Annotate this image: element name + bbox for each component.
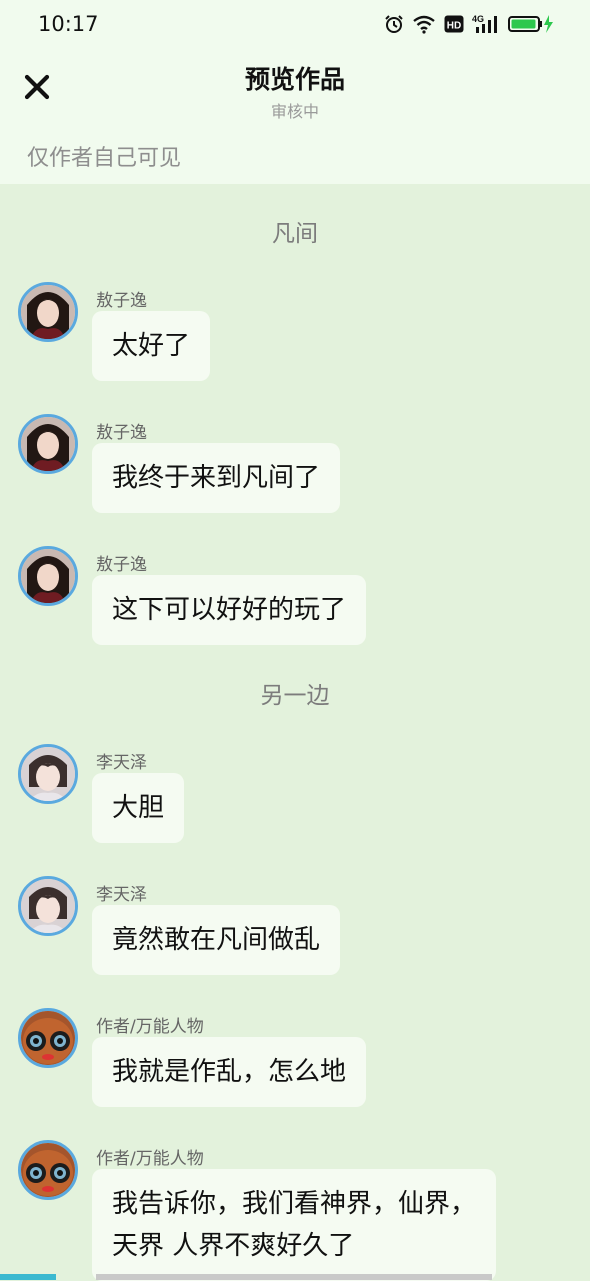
svg-text:HD: HD xyxy=(447,21,461,32)
signal-4g-icon: 4G xyxy=(472,14,497,33)
sender-name: 李天泽 xyxy=(96,885,147,905)
sender-name: 作者/万能人物 xyxy=(96,1017,204,1037)
avatar[interactable] xyxy=(18,744,78,804)
page-title: 预览作品 xyxy=(244,65,345,94)
message-bubble[interactable]: 我告诉你，我们看神界，仙界，天界 人界不爽好久了 xyxy=(92,1169,496,1281)
status-icons: HD 4G xyxy=(384,14,554,34)
hd-icon: HD xyxy=(444,15,464,33)
status-bar: 10:17 HD 4G xyxy=(0,0,590,52)
message-bubble[interactable]: 我就是作乱，怎么地 xyxy=(92,1037,367,1107)
status-time: 10:17 xyxy=(38,12,99,36)
review-status: 审核中 xyxy=(270,102,319,121)
bottom-bar xyxy=(96,1274,492,1280)
avatar[interactable] xyxy=(18,546,78,606)
avatar[interactable] xyxy=(18,876,78,936)
message-bubble[interactable]: 竟然敢在凡间做乱 xyxy=(92,905,341,975)
header: 10:17 HD 4G 预览作品 审核中 仅作者自己可见 xyxy=(0,0,590,184)
scene-divider: 另一边 xyxy=(260,683,330,709)
sender-name: 敖子逸 xyxy=(96,555,147,575)
sender-name: 李天泽 xyxy=(96,753,147,773)
avatar[interactable] xyxy=(18,282,78,342)
avatar[interactable] xyxy=(18,414,78,474)
sender-name: 敖子逸 xyxy=(96,291,147,311)
message-bubble[interactable]: 大胆 xyxy=(92,773,185,843)
sender-name: 敖子逸 xyxy=(96,423,147,443)
message-bubble[interactable]: 这下可以好好的玩了 xyxy=(92,575,367,645)
wifi-icon xyxy=(413,15,435,34)
avatar[interactable] xyxy=(18,1140,78,1200)
alarm-icon xyxy=(385,15,403,33)
sender-name: 作者/万能人物 xyxy=(96,1149,204,1169)
avatar[interactable] xyxy=(18,1008,78,1068)
svg-text:4G: 4G xyxy=(472,14,484,24)
bottom-accent xyxy=(0,1274,56,1280)
message-bubble[interactable]: 太好了 xyxy=(92,311,211,381)
scene-divider: 凡间 xyxy=(272,221,318,247)
message-bubble[interactable]: 我终于来到凡间了 xyxy=(92,443,341,513)
visibility-note: 仅作者自己可见 xyxy=(27,146,182,171)
chat-area[interactable]: 凡间 敖子逸 太好了 敖子逸 我终于来到凡间了 敖子逸 这下可以好好的玩了 另一… xyxy=(0,184,590,1281)
battery-charging-icon xyxy=(508,15,553,33)
